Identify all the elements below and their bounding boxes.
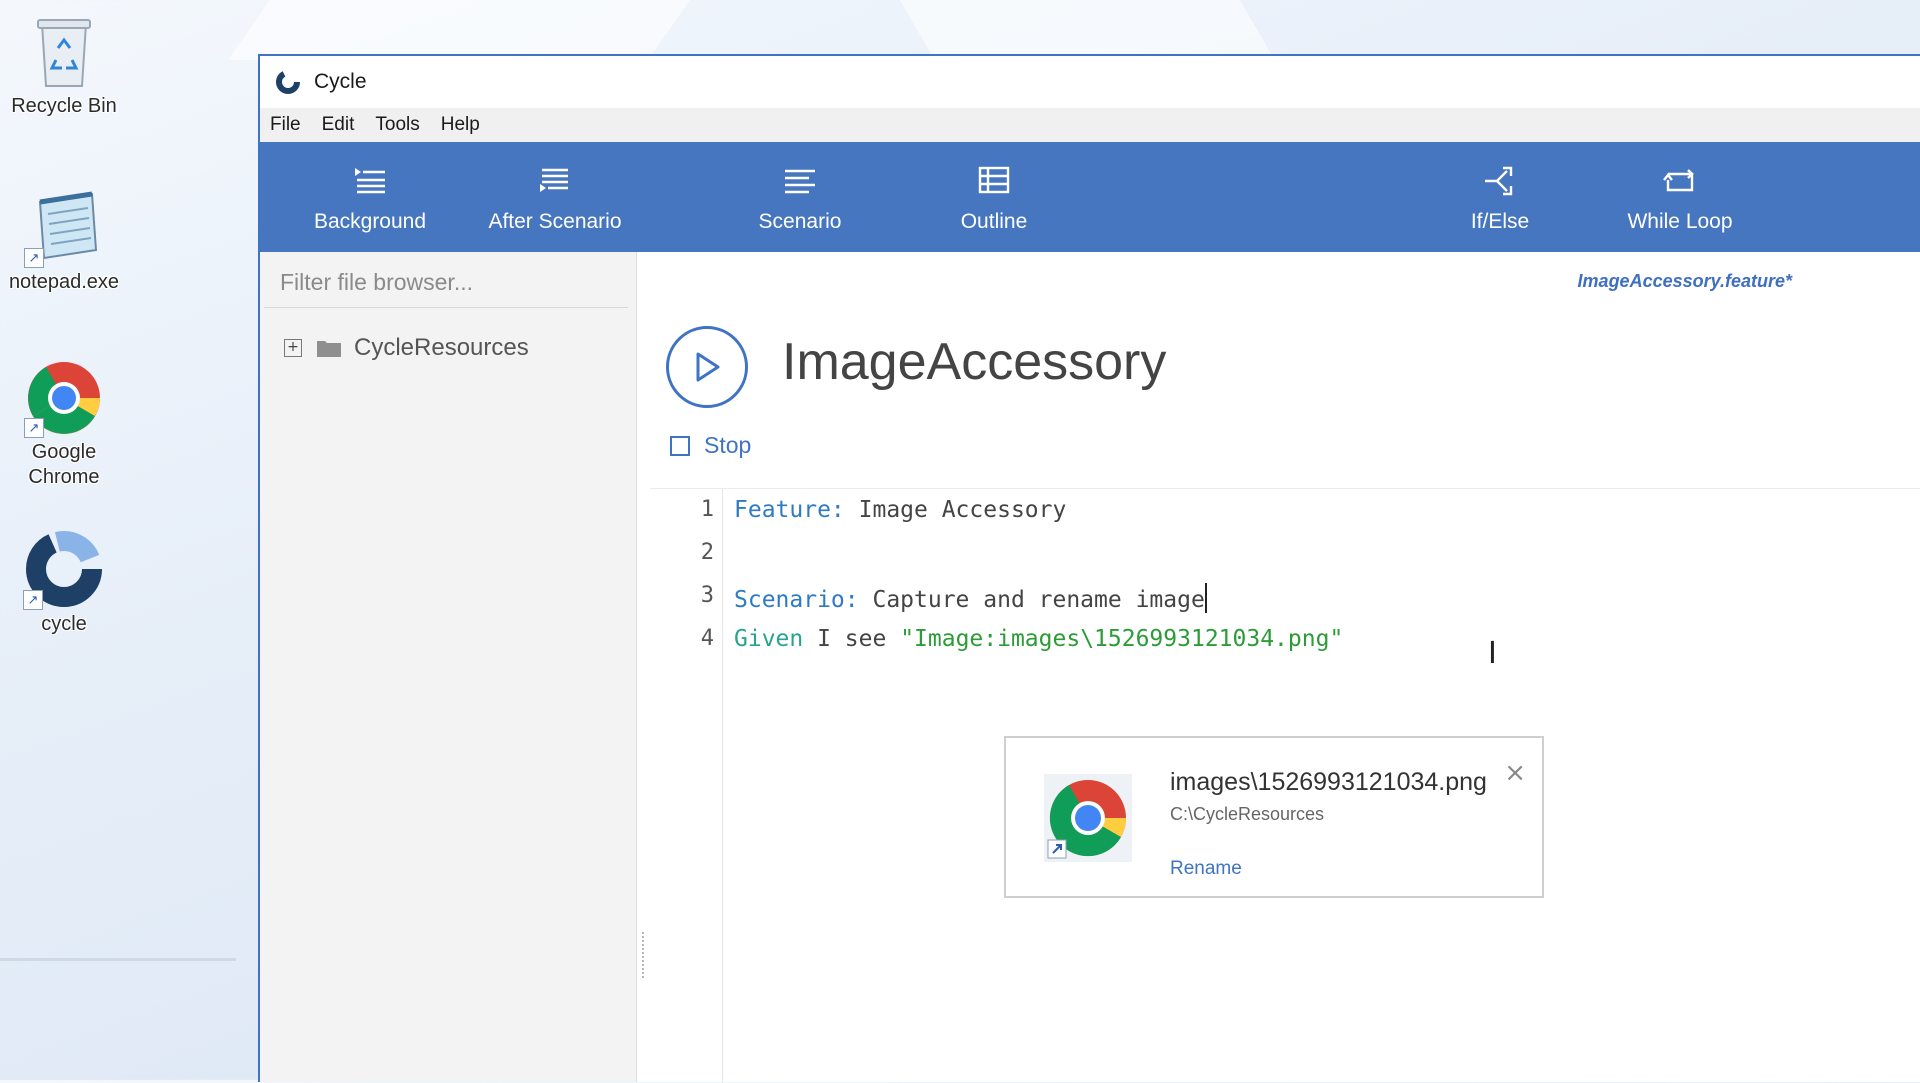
outline-icon: [924, 166, 1064, 194]
shortcut-arrow-icon: ↗: [24, 418, 44, 438]
image-thumbnail: [1044, 774, 1132, 862]
notepad-icon: ↗: [24, 188, 102, 268]
desktop-line: [0, 958, 236, 961]
desktop-light-streak: [900, 0, 1272, 55]
scenario-icon: [730, 166, 870, 194]
shortcut-arrow-icon: ↗: [23, 590, 43, 610]
desktop-icon-recycle-bin[interactable]: Recycle Bin: [0, 14, 128, 119]
stop-button[interactable]: Stop: [670, 432, 751, 459]
panel-splitter-handle[interactable]: [642, 932, 647, 978]
text-caret: [1204, 583, 1207, 613]
gherkin-keyword: Scenario:: [734, 587, 859, 613]
code-text: I see: [803, 626, 901, 652]
if-else-button[interactable]: If/Else: [1430, 142, 1570, 252]
play-icon: [696, 352, 720, 382]
cycle-app-icon: ↗: [23, 530, 103, 610]
menu-edit[interactable]: Edit: [322, 114, 355, 136]
recycle-bin-icon: [28, 14, 100, 90]
gherkin-keyword: Feature:: [734, 497, 845, 523]
line-number: 4: [700, 626, 714, 651]
code-line: Scenario: Capture and rename image: [734, 583, 1207, 613]
run-button[interactable]: [666, 326, 748, 408]
stop-icon: [670, 435, 690, 456]
window-title: Cycle: [314, 70, 367, 93]
if-else-icon: [1430, 166, 1570, 196]
code-line: Given I see "Image:images\1526993121034.…: [734, 626, 1343, 652]
image-file-path: C:\CycleResources: [1170, 804, 1325, 824]
line-number: 3: [700, 583, 714, 608]
image-file-name: images\1526993121034.png: [1170, 768, 1487, 796]
after-scenario-icon: [470, 166, 640, 194]
open-file-name: ImageAccessory.feature*: [1577, 271, 1792, 291]
while-loop-button[interactable]: While Loop: [1600, 142, 1760, 252]
gherkin-keyword: Given: [734, 626, 804, 652]
cycle-logo-icon: [276, 70, 300, 94]
code-text: Image Accessory: [844, 497, 1067, 523]
image-accessory-card: images\1526993121034.png C:\CycleResourc…: [1004, 736, 1544, 898]
after-scenario-button[interactable]: After Scenario: [470, 142, 640, 252]
rename-link[interactable]: Rename: [1170, 858, 1242, 880]
line-number: 2: [700, 540, 714, 565]
menu-help[interactable]: Help: [441, 114, 480, 136]
app-window: Cycle File Edit Tools Help Background Af…: [258, 54, 1920, 1083]
desktop-icon-label: Google Chrome: [28, 441, 100, 488]
while-loop-icon: [1600, 166, 1760, 194]
code-string: "Image:images\1526993121034.png": [900, 626, 1344, 652]
file-browser-panel: + CycleResources: [260, 252, 637, 1082]
title-bar[interactable]: Cycle: [260, 56, 1920, 108]
folder-icon: [317, 341, 341, 357]
desktop-icon-notepad[interactable]: ↗ notepad.exe: [0, 188, 128, 295]
file-browser-filter-input[interactable]: [264, 258, 628, 308]
feature-title: ImageAccessory: [782, 333, 1167, 391]
desktop-icon-label: Recycle Bin: [11, 95, 117, 117]
toolbar: Background After Scenario Scenario Outli…: [260, 142, 1920, 252]
line-number: 1: [700, 497, 714, 522]
desktop-light-streak: [227, 0, 690, 60]
background-button[interactable]: Background: [300, 142, 440, 252]
ibeam-cursor-icon: I: [1488, 636, 1497, 671]
desktop-icon-cycle[interactable]: ↗ cycle: [0, 530, 128, 637]
tree-item-cycleresources[interactable]: + CycleResources: [284, 334, 529, 362]
expand-icon[interactable]: +: [284, 339, 302, 357]
menu-bar: File Edit Tools Help: [260, 108, 1920, 142]
menu-file[interactable]: File: [270, 114, 301, 136]
desktop-icon-chrome[interactable]: ↗ Google Chrome: [0, 360, 128, 490]
desktop-icon-label: cycle: [41, 613, 87, 635]
background-icon: [300, 166, 440, 194]
code-text: Capture and rename image: [858, 587, 1205, 613]
shortcut-arrow-icon: ↗: [24, 248, 44, 268]
line-number-gutter: 1 2 3 4: [650, 489, 723, 1083]
close-icon[interactable]: ×: [1504, 758, 1526, 788]
chrome-icon: [1047, 780, 1127, 859]
code-line: Feature: Image Accessory: [734, 497, 1066, 523]
desktop-icon-label: notepad.exe: [8, 271, 120, 293]
chrome-icon: ↗: [24, 360, 102, 438]
scenario-button[interactable]: Scenario: [730, 142, 870, 252]
menu-tools[interactable]: Tools: [375, 114, 419, 136]
outline-button[interactable]: Outline: [924, 142, 1064, 252]
